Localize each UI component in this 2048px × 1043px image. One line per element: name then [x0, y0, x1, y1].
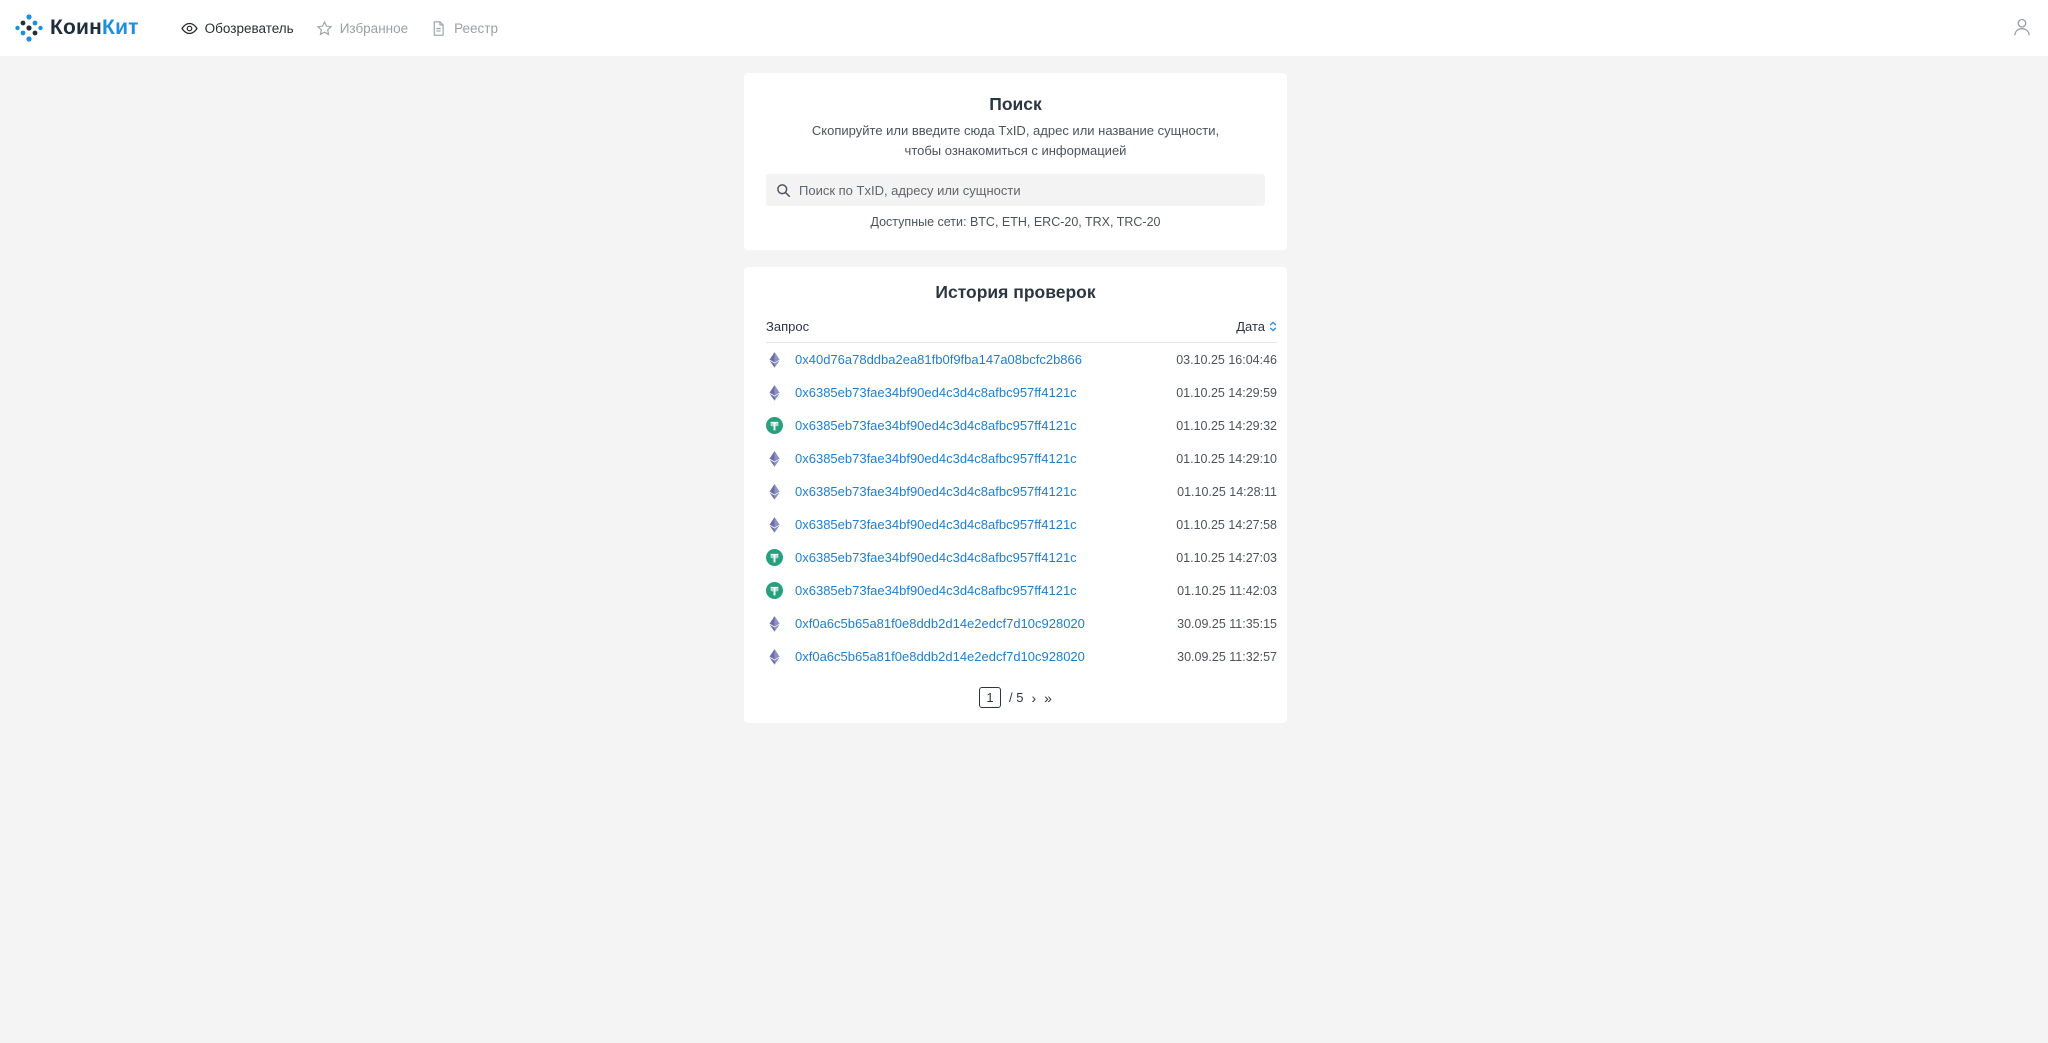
query-link[interactable]: 0x6385eb73fae34bf90ed4c3d4c8afbc957ff412…	[795, 451, 1077, 466]
pagination: 1 / 5 › »	[744, 687, 1287, 708]
brand-part-2: Кит	[102, 16, 139, 39]
nav-item-label: Избранное	[339, 20, 409, 36]
query-link[interactable]: 0x40d76a78ddba2ea81fb0f9fba147a08bcfc2b8…	[795, 352, 1082, 367]
row-date: 01.10.25 14:27:03	[1176, 550, 1277, 565]
row-query-cell: 0x6385eb73fae34bf90ed4c3d4c8afbc957ff412…	[766, 549, 1077, 566]
table-row: 0x6385eb73fae34bf90ed4c3d4c8afbc957ff412…	[766, 442, 1277, 475]
query-link[interactable]: 0x6385eb73fae34bf90ed4c3d4c8afbc957ff412…	[795, 583, 1077, 598]
row-query-cell: 0x6385eb73fae34bf90ed4c3d4c8afbc957ff412…	[766, 450, 1077, 467]
query-link[interactable]: 0xf0a6c5b65a81f0e8ddb2d14e2edcf7d10c9280…	[795, 649, 1085, 664]
search-description-line-1: Скопируйте или введите сюда TxID, адрес …	[811, 123, 1220, 138]
search-icon	[777, 183, 791, 197]
query-link[interactable]: 0x6385eb73fae34bf90ed4c3d4c8afbc957ff412…	[795, 418, 1077, 433]
query-link[interactable]: 0x6385eb73fae34bf90ed4c3d4c8afbc957ff412…	[795, 385, 1077, 400]
tether-icon	[766, 549, 783, 566]
row-query-cell: 0x40d76a78ddba2ea81fb0f9fba147a08bcfc2b8…	[766, 351, 1082, 368]
row-date: 30.09.25 11:32:57	[1177, 649, 1277, 664]
row-query-cell: 0x6385eb73fae34bf90ed4c3d4c8afbc957ff412…	[766, 516, 1077, 533]
ethereum-icon	[766, 648, 783, 665]
column-header-query: Запрос	[766, 319, 810, 334]
main-nav: Обозреватель Избранное Реестр	[181, 20, 498, 37]
nav-item-label: Реестр	[454, 20, 498, 36]
eye-icon	[181, 22, 198, 34]
table-row: 0x6385eb73fae34bf90ed4c3d4c8afbc957ff412…	[766, 475, 1277, 508]
query-link[interactable]: 0x6385eb73fae34bf90ed4c3d4c8afbc957ff412…	[795, 517, 1077, 532]
table-row: 0x6385eb73fae34bf90ed4c3d4c8afbc957ff412…	[766, 376, 1277, 409]
logo[interactable]: КоинКит	[14, 13, 139, 43]
last-page-button[interactable]: »	[1044, 690, 1052, 706]
query-link[interactable]: 0xf0a6c5b65a81f0e8ddb2d14e2edcf7d10c9280…	[795, 616, 1085, 631]
table-row: 0xf0a6c5b65a81f0e8ddb2d14e2edcf7d10c9280…	[766, 607, 1277, 640]
row-query-cell: 0x6385eb73fae34bf90ed4c3d4c8afbc957ff412…	[766, 582, 1077, 599]
available-networks: Доступные сети: BTC, ETH, ERC-20, TRX, T…	[870, 215, 1161, 229]
row-query-cell: 0x6385eb73fae34bf90ed4c3d4c8afbc957ff412…	[766, 417, 1077, 434]
column-header-date[interactable]: Дата	[1236, 319, 1277, 334]
ethereum-icon	[766, 483, 783, 500]
row-date: 30.09.25 11:35:15	[1177, 616, 1277, 631]
page-current[interactable]: 1	[979, 687, 1002, 708]
row-date: 01.10.25 14:29:10	[1176, 451, 1277, 466]
column-header-date-label: Дата	[1236, 319, 1265, 334]
star-icon	[316, 20, 332, 35]
row-date: 01.10.25 14:29:32	[1176, 418, 1277, 433]
table-row: 0x6385eb73fae34bf90ed4c3d4c8afbc957ff412…	[766, 541, 1277, 574]
ethereum-icon	[766, 351, 783, 368]
row-query-cell: 0xf0a6c5b65a81f0e8ddb2d14e2edcf7d10c9280…	[766, 615, 1085, 632]
document-icon	[433, 20, 444, 36]
search-description-line-2: чтобы ознакомиться с информацией	[904, 143, 1127, 158]
ethereum-icon	[766, 516, 783, 533]
row-query-cell: 0x6385eb73fae34bf90ed4c3d4c8afbc957ff412…	[766, 483, 1077, 500]
table-row: 0x40d76a78ddba2ea81fb0f9fba147a08bcfc2b8…	[766, 343, 1277, 376]
row-date: 03.10.25 16:04:46	[1176, 352, 1277, 367]
brand-name: КоинКит	[50, 16, 139, 40]
table-row: 0x6385eb73fae34bf90ed4c3d4c8afbc957ff412…	[766, 409, 1277, 442]
search-input[interactable]	[799, 182, 1265, 198]
history-title: История проверок	[935, 282, 1096, 302]
row-date: 01.10.25 11:42:03	[1177, 583, 1277, 598]
table-row: 0xf0a6c5b65a81f0e8ddb2d14e2edcf7d10c9280…	[766, 640, 1277, 673]
next-page-button[interactable]: ›	[1032, 690, 1037, 706]
tether-icon	[766, 417, 783, 434]
tether-icon	[766, 582, 783, 599]
table-row: 0x6385eb73fae34bf90ed4c3d4c8afbc957ff412…	[766, 574, 1277, 607]
history-list: 0x40d76a78ddba2ea81fb0f9fba147a08bcfc2b8…	[766, 343, 1277, 673]
search-title: Поиск	[989, 94, 1042, 114]
table-header: Запрос Дата	[766, 319, 1277, 343]
logo-icon	[15, 14, 43, 42]
nav-item-favorites[interactable]: Избранное	[316, 20, 408, 37]
brand-part-1: Коин	[50, 16, 103, 39]
row-query-cell: 0xf0a6c5b65a81f0e8ddb2d14e2edcf7d10c9280…	[766, 648, 1085, 665]
row-date: 01.10.25 14:28:11	[1177, 484, 1277, 499]
search-card: Поиск Скопируйте или введите сюда TxID, …	[744, 73, 1287, 250]
row-date: 01.10.25 14:27:58	[1176, 517, 1277, 532]
sort-icon	[1269, 321, 1277, 332]
nav-item-explorer[interactable]: Обозреватель	[181, 20, 294, 37]
ethereum-icon	[766, 384, 783, 401]
ethereum-icon	[766, 615, 783, 632]
query-link[interactable]: 0x6385eb73fae34bf90ed4c3d4c8afbc957ff412…	[795, 484, 1077, 499]
history-card: История проверок Запрос Дата 0x40d76a78d…	[744, 267, 1287, 723]
table-row: 0x6385eb73fae34bf90ed4c3d4c8afbc957ff412…	[766, 508, 1277, 541]
top-bar: КоинКит Обозреватель Избранное Реестр	[0, 0, 2048, 56]
user-icon[interactable]	[2012, 17, 2032, 37]
query-link[interactable]: 0x6385eb73fae34bf90ed4c3d4c8afbc957ff412…	[795, 550, 1077, 565]
nav-item-registry[interactable]: Реестр	[430, 20, 498, 37]
nav-item-label: Обозреватель	[204, 20, 294, 36]
search-box[interactable]	[766, 174, 1265, 206]
ethereum-icon	[766, 450, 783, 467]
row-date: 01.10.25 14:29:59	[1176, 385, 1277, 400]
row-query-cell: 0x6385eb73fae34bf90ed4c3d4c8afbc957ff412…	[766, 384, 1077, 401]
page-total: / 5	[1009, 690, 1024, 705]
search-description: Скопируйте или введите сюда TxID, адрес …	[744, 121, 1287, 161]
